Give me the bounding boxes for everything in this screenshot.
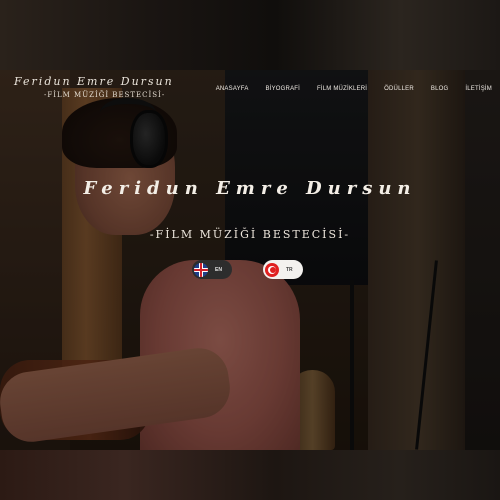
turkey-flag-icon (265, 262, 279, 277)
site-logo[interactable]: Feridun Emre Dursun -FİLM MÜZİĞİ BESTECİ… (14, 75, 174, 99)
main-menu: ANASAYFA BİYOGRAFİ FİLM MÜZİKLERİ ÖDÜLLE… (216, 86, 492, 92)
nav-item-film-muzikleri[interactable]: FİLM MÜZİKLERİ (317, 86, 367, 92)
nav-item-oduller[interactable]: ÖDÜLLER (384, 86, 414, 92)
hero-title: Feridun Emre Dursun (83, 178, 417, 199)
language-label-en: EN (215, 266, 222, 273)
logo-subtitle: -FİLM MÜZİĞİ BESTECİSİ- (44, 91, 166, 99)
hero-subtitle: -FİLM MÜZİĞİ BESTECİSİ- (149, 228, 351, 241)
uk-flag-icon (194, 262, 208, 277)
nav-item-anasayfa[interactable]: ANASAYFA (216, 86, 249, 92)
top-blur-band (0, 0, 500, 70)
nav-item-blog[interactable]: BLOG (431, 86, 448, 92)
hero-background-image (0, 70, 500, 450)
nav-item-biyografi[interactable]: BİYOGRAFİ (266, 86, 300, 92)
language-button-en[interactable]: EN (192, 260, 232, 279)
logo-name: Feridun Emre Dursun (14, 75, 174, 88)
language-button-tr[interactable]: TR (263, 260, 303, 279)
language-label-tr: TR (286, 266, 293, 273)
nav-item-iletisim[interactable]: İLETİŞİM (465, 86, 492, 92)
bottom-blur-band (0, 450, 500, 500)
